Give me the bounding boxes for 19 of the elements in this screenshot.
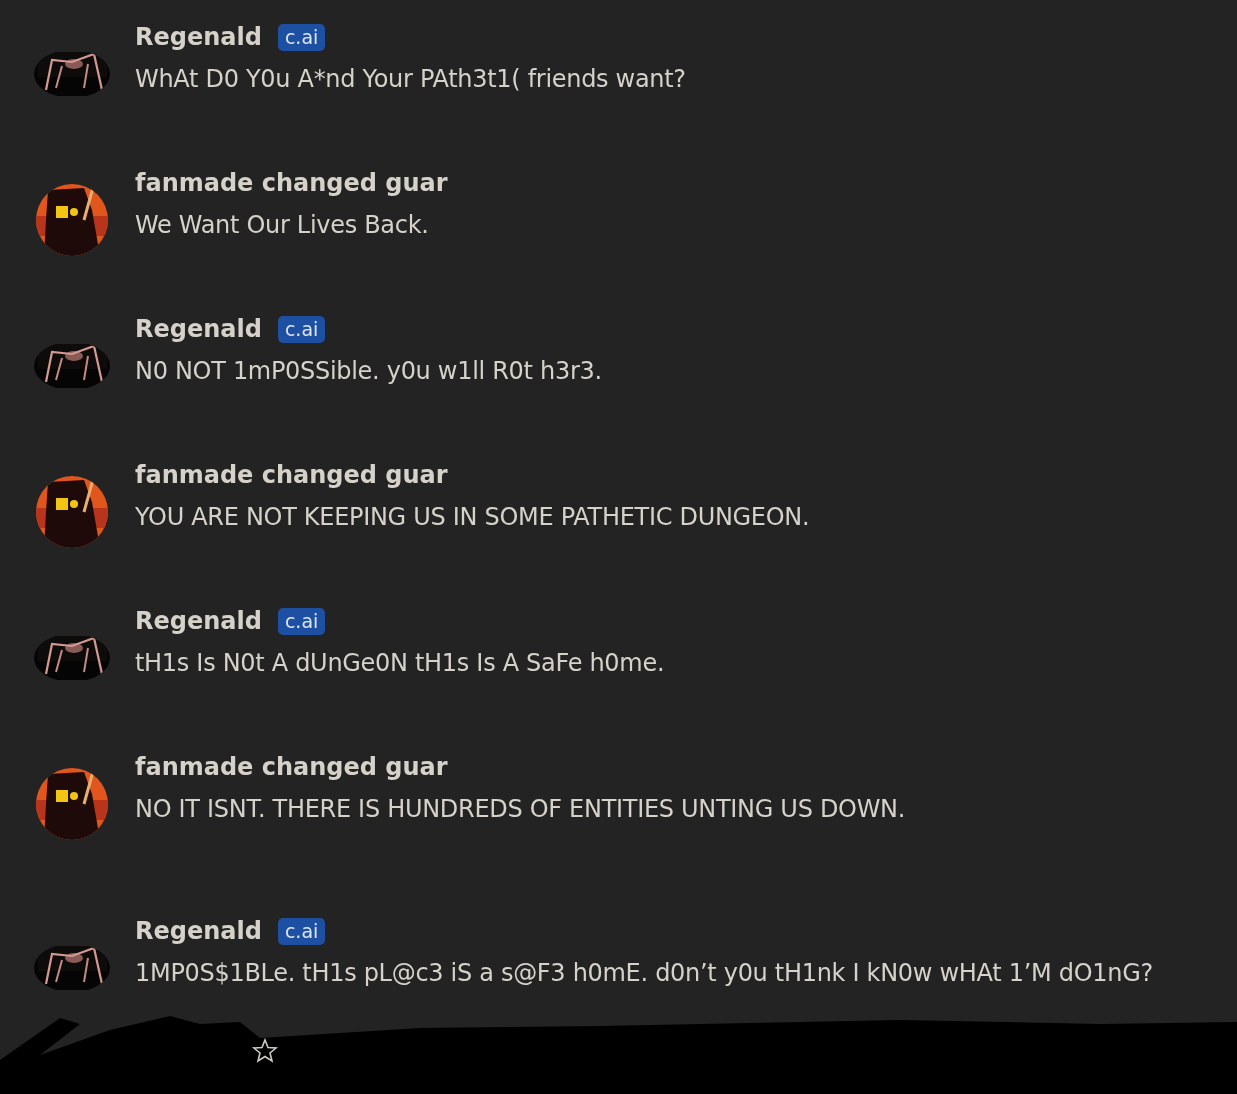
message-text: YOU ARE NOT KEEPING US IN SOME PATHETIC DUNGEON. (135, 502, 810, 534)
author-name: Regenald (135, 22, 262, 53)
message-text: NO IT ISNT. THERE IS HUNDREDS OF ENTITIES UNTING US DOWN. (135, 794, 906, 826)
ai-tag: c.ai (277, 315, 326, 344)
author-name: Regenald (135, 314, 262, 345)
message-text: We Want Our Lives Back. (135, 210, 430, 242)
ai-tag: c.ai (277, 23, 326, 52)
star-icon[interactable] (251, 1037, 279, 1063)
author-name: fanmade changed guar (135, 168, 448, 199)
message-text: N0 NOT 1mP0SSible. y0u w1ll R0t h3r3. (135, 356, 602, 388)
author-name: fanmade changed guar (135, 752, 448, 783)
message-text: tH1s Is N0t A dUnGe0N tH1s Is A SaFe h0me. (135, 648, 665, 680)
message-text: 1MP0S$1BLe. tH1s pL@c3 iS a s@F3 h0mE. d0n’t y0u tH1nk I kN0w wHAt 1’M dO1nG? (135, 958, 1153, 990)
author-name: fanmade changed guar (135, 460, 448, 491)
author-name: Regenald (135, 606, 262, 637)
ai-tag: c.ai (277, 917, 326, 946)
message-text: WhAt D0 Y0u A*nd Your PAth3t1( friends want? (135, 64, 686, 96)
author-name: Regenald (135, 916, 262, 947)
ai-tag: c.ai (277, 607, 326, 636)
